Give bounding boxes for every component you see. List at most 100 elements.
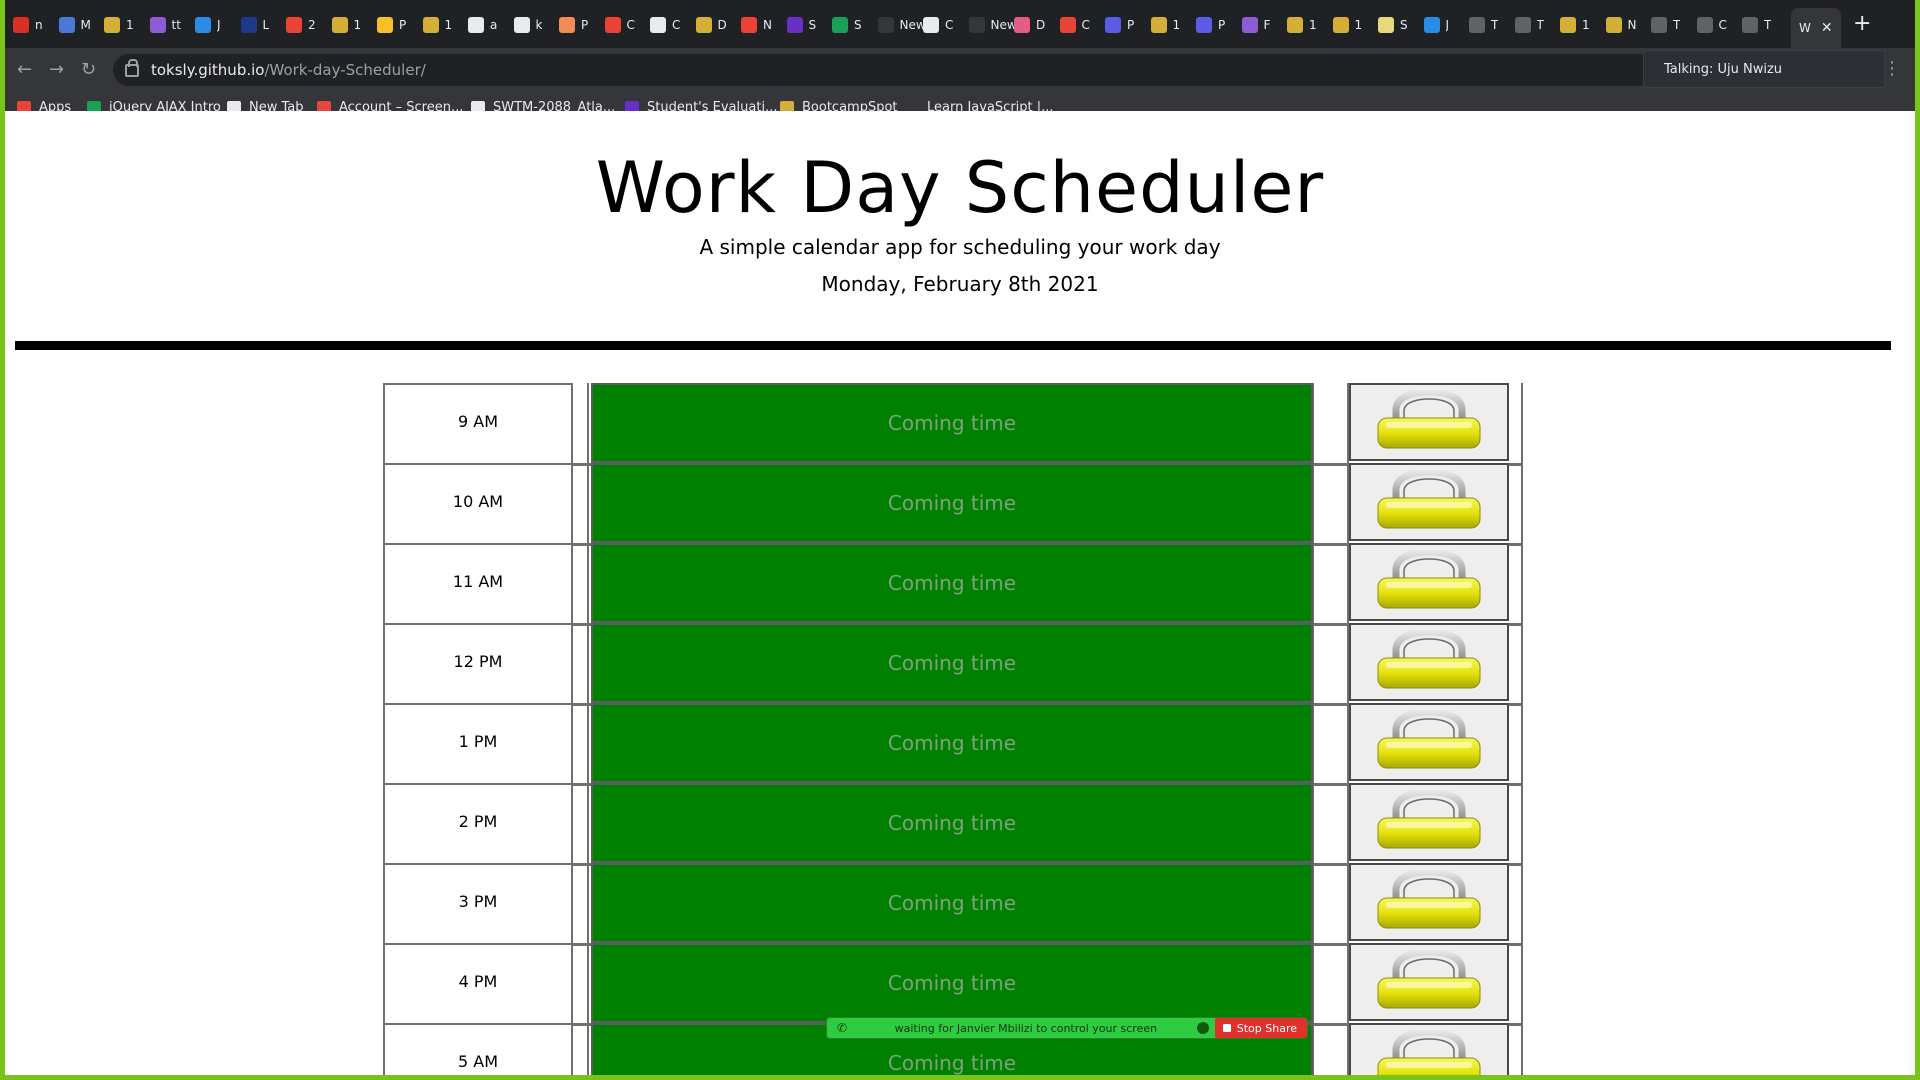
tab-favicon-icon — [559, 17, 575, 33]
talking-label: Talking: Uju Nwizu — [1664, 61, 1783, 77]
task-textarea[interactable]: Coming time — [591, 863, 1313, 943]
browser-tab[interactable]: n — [13, 12, 43, 38]
browser-tab[interactable]: T — [1651, 12, 1680, 38]
browser-tab[interactable]: S — [1378, 12, 1408, 38]
stop-share-button[interactable]: Stop Share — [1214, 1018, 1307, 1038]
column-gap — [1313, 863, 1349, 943]
task-textarea[interactable]: Coming time — [591, 943, 1313, 1023]
back-icon[interactable]: ← — [17, 60, 32, 80]
browser-tab[interactable]: T — [1514, 12, 1544, 38]
browser-tab[interactable]: C — [1696, 12, 1727, 38]
browser-tab[interactable]: 1 — [104, 12, 134, 38]
new-tab-icon[interactable]: + — [1853, 12, 1871, 36]
tab-favicon-icon — [877, 17, 894, 33]
column-gap — [1313, 623, 1349, 703]
save-button[interactable] — [1349, 783, 1509, 861]
browser-tab[interactable]: C — [604, 12, 635, 38]
save-button[interactable] — [1349, 543, 1509, 621]
browser-tab[interactable]: New — [968, 12, 1017, 38]
browser-tab[interactable]: S — [832, 12, 862, 38]
browser-tab[interactable]: S — [786, 12, 816, 38]
browser-tab[interactable]: a — [468, 12, 497, 38]
browser-tab[interactable]: 1 — [331, 12, 362, 38]
tab-favicon-icon — [786, 17, 803, 33]
task-status-text: Coming time — [887, 891, 1017, 915]
tab-title: N — [1627, 18, 1637, 32]
browser-tab[interactable]: 1 — [1150, 12, 1180, 38]
task-textarea[interactable]: Coming time — [591, 703, 1313, 783]
tab-favicon-icon — [1560, 17, 1576, 33]
tab-title: P — [1127, 18, 1135, 32]
scrollbar[interactable] — [1909, 111, 1915, 1075]
tab-title: S — [854, 18, 862, 32]
browser-tab[interactable]: New — [877, 12, 926, 38]
forward-icon[interactable]: → — [49, 60, 64, 80]
task-textarea[interactable]: Coming time — [591, 463, 1313, 543]
browser-tab[interactable]: tt — [149, 12, 181, 38]
browser-tab[interactable]: C — [923, 12, 953, 38]
time-block-row: 10 AM Coming time — [383, 463, 1523, 546]
browser-tab[interactable]: T — [1469, 12, 1498, 38]
tab-strip: W ✕ + n M 1 tt J L 2 1 P 1 a k P C C D N S S New C New D C P 1 P F 1… — [5, 0, 1915, 48]
save-button[interactable] — [1349, 703, 1509, 781]
tab-favicon-icon — [1423, 17, 1440, 33]
browser-tab[interactable]: 1 — [1332, 12, 1362, 38]
tab-favicon-icon — [195, 17, 211, 33]
task-status-text: Coming time — [887, 1051, 1017, 1075]
browser-tab[interactable]: N — [741, 12, 772, 38]
menu-icon[interactable]: ⋮ — [1883, 58, 1901, 79]
save-button[interactable] — [1349, 623, 1509, 701]
tab-title: 1 — [1309, 18, 1317, 32]
save-button[interactable] — [1349, 1023, 1509, 1075]
screen-frame: W ✕ + n M 1 tt J L 2 1 P 1 a k P C C D N S S New C New D C P 1 P F 1… — [5, 0, 1915, 1075]
reload-icon[interactable]: ↻ — [81, 60, 96, 80]
browser-tab[interactable]: M — [58, 12, 91, 38]
browser-tab[interactable]: L — [240, 12, 269, 38]
address-bar[interactable]: toksly.github.io/Work-day-Scheduler/ — [113, 54, 1855, 86]
tab-title: n — [35, 18, 43, 32]
tab-active[interactable]: W ✕ — [1791, 8, 1841, 48]
lock-icon — [1374, 388, 1484, 454]
tab-title: C — [626, 18, 635, 32]
save-button[interactable] — [1349, 863, 1509, 941]
browser-tab[interactable]: P — [1105, 12, 1134, 38]
save-button[interactable] — [1349, 943, 1509, 1021]
tab-favicon-icon — [422, 17, 439, 33]
task-textarea[interactable]: Coming time — [591, 383, 1313, 463]
browser-tab[interactable]: 1 — [1560, 12, 1590, 38]
browser-tab[interactable]: 2 — [286, 12, 316, 38]
tab-title: T — [1764, 18, 1772, 32]
tab-title: D — [717, 18, 727, 32]
browser-tab[interactable]: 1 — [422, 12, 452, 38]
task-textarea[interactable]: Coming time — [591, 543, 1313, 623]
browser-tab[interactable]: C — [650, 12, 680, 38]
browser-tab[interactable]: 1 — [1287, 12, 1317, 38]
close-icon[interactable]: ✕ — [1821, 20, 1833, 36]
browser-tab[interactable]: T — [1742, 12, 1771, 38]
browser-tab[interactable]: C — [1059, 12, 1090, 38]
save-button[interactable] — [1349, 383, 1509, 461]
browser-tab[interactable]: P — [377, 12, 406, 38]
browser-tab[interactable]: k — [513, 12, 542, 38]
browser-tab[interactable]: D — [695, 12, 727, 38]
column-gap — [1509, 543, 1523, 623]
browser-tab[interactable]: D — [1014, 12, 1045, 38]
hour-label: 2 PM — [383, 783, 573, 863]
tab-title: T — [1536, 18, 1544, 32]
browser-tab[interactable]: P — [1196, 12, 1225, 38]
browser-tab[interactable]: J — [1423, 12, 1449, 38]
browser-tab[interactable]: N — [1605, 12, 1637, 38]
browser-tab[interactable]: J — [195, 12, 221, 38]
tab-favicon-icon — [832, 17, 848, 33]
column-gap — [1509, 863, 1523, 943]
column-gap — [573, 783, 589, 863]
save-button[interactable] — [1349, 463, 1509, 541]
task-textarea[interactable]: Coming time — [591, 623, 1313, 703]
browser-tab[interactable]: F — [1241, 12, 1270, 38]
browser-tab[interactable]: P — [559, 12, 588, 38]
tab-title: 1 — [353, 18, 362, 32]
task-textarea[interactable]: Coming time — [591, 783, 1313, 863]
lock-icon — [1374, 708, 1484, 774]
tab-favicon-icon — [331, 17, 348, 33]
task-status-text: Coming time — [887, 571, 1017, 595]
